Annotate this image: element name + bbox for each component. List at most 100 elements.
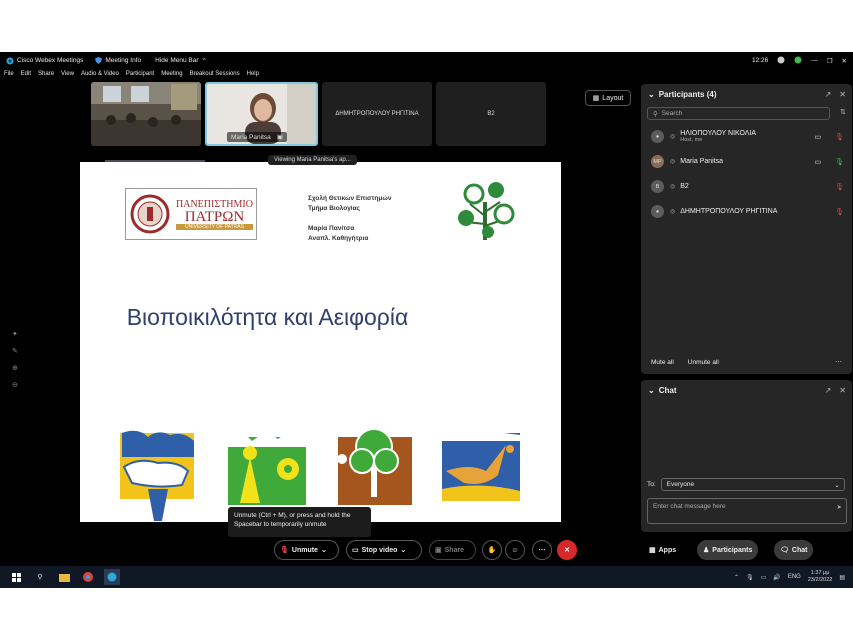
annotation-tools: ✦ ✎ ⊕ ⊖ <box>12 330 18 389</box>
chrome-icon[interactable] <box>80 569 96 585</box>
apps-icon: ▦ <box>649 547 656 554</box>
reactions-button[interactable]: ☺ <box>505 540 525 560</box>
zoom-out-icon[interactable]: ⊖ <box>12 381 18 389</box>
more-button[interactable]: ⋯ <box>532 540 552 560</box>
meeting-status-icon <box>777 56 785 66</box>
popout-icon[interactable]: ↗ <box>825 90 832 99</box>
close-panel-icon[interactable]: ✕ <box>839 386 846 395</box>
webex-taskbar-icon[interactable] <box>104 569 120 585</box>
network-icon[interactable]: ▭ <box>761 574 767 581</box>
chat-recipient-select[interactable]: Everyone ⌄ <box>660 478 845 491</box>
minimize-icon[interactable]: — <box>811 57 818 64</box>
menu-edit[interactable]: Edit <box>21 71 31 82</box>
chevron-down-icon[interactable]: ⌄ <box>648 90 655 99</box>
audio-icon: ◎ <box>670 209 676 215</box>
pointer-icon[interactable]: ✦ <box>12 330 18 338</box>
smiley-icon: ☺ <box>511 546 519 554</box>
webex-window: Cisco Webex Meetings Meeting Info Hide M… <box>0 52 853 588</box>
zoom-in-icon[interactable]: ⊕ <box>12 364 18 372</box>
sort-icon[interactable]: ⇅ <box>840 108 846 116</box>
university-logo: ΠΑΝΕΠΙΣΤΗΜΙΟ ΠΑΤΡΩΝ UNIVERSITY OF PATRAS <box>125 188 257 240</box>
volume-icon[interactable]: 🔊 <box>773 574 780 581</box>
mic-muted-icon[interactable]: 🎙 <box>835 183 844 191</box>
tree-tile <box>337 428 412 505</box>
menu-meeting[interactable]: Meeting <box>161 71 182 82</box>
video-tile-participant-4[interactable]: B2 <box>436 82 546 146</box>
menu-file[interactable]: File <box>4 71 14 82</box>
close-panel-icon[interactable]: ✕ <box>839 90 846 99</box>
share-button[interactable]: ▣ Share <box>429 540 476 560</box>
menu-view[interactable]: View <box>61 71 74 82</box>
share-screen-icon: ▣ <box>435 547 442 554</box>
mic-muted-icon[interactable]: 🎙 <box>835 208 844 216</box>
chevron-down-icon[interactable]: ⌄ <box>648 386 655 395</box>
end-call-button[interactable]: ✕ <box>557 540 577 560</box>
chat-button[interactable]: 🗨 Chat <box>774 540 814 560</box>
restore-icon[interactable]: ❐ <box>827 57 833 65</box>
pen-icon[interactable]: ✎ <box>12 347 18 355</box>
participant-row[interactable]: ● ◎ ΗΛΙΟΠΟΥΛΟΥ ΝΙΚΟΛΙΑ Host, me ▭ 🎙 <box>641 124 852 149</box>
apps-button[interactable]: ▦ Apps <box>644 540 681 560</box>
participants-button[interactable]: ♟ Participants <box>697 540 759 560</box>
menu-help[interactable]: Help <box>247 71 259 82</box>
meeting-info-button[interactable]: Meeting Info <box>95 57 141 64</box>
chevron-down-icon: ⌄ <box>400 547 407 554</box>
chat-message-input[interactable]: Enter chat message here ➤ <box>647 498 847 524</box>
more-options-icon[interactable]: ⋯ <box>835 358 842 366</box>
participant-row[interactable]: ● ◎ ΔΗΜΗΤΡΟΠΟΥΛΟΥ ΡΗΓΙΤΙΝΑ 🎙 <box>641 199 852 224</box>
chevron-down-icon: ⌄ <box>834 481 840 489</box>
video-tile-classroom[interactable] <box>91 82 201 146</box>
mic-muted-icon[interactable]: 🎙 <box>835 133 844 141</box>
participants-header: Participants (4) <box>658 89 717 99</box>
video-tile-participant-3[interactable]: ΔΗΜΗΤΡΟΠΟΥΛΟΥ ΡΗΓΙΤΙΝΑ <box>322 82 432 146</box>
language-indicator[interactable]: ENG <box>788 574 801 580</box>
tree-earth-logo <box>458 182 515 240</box>
avatar: B <box>651 180 664 193</box>
taskbar-clock[interactable]: 1:37 μμ 23/2/2022 <box>808 570 832 584</box>
unmute-button[interactable]: 🎙 Unmute ⌄ <box>274 540 339 560</box>
video-tile-presenter[interactable]: Maria Panitsa ▣ <box>205 82 318 146</box>
menu-breakout-sessions[interactable]: Breakout Sessions <box>190 71 240 82</box>
notifications-icon[interactable]: ▤ <box>839 574 845 581</box>
mute-all-button[interactable]: Mute all <box>651 359 674 366</box>
search-icon[interactable]: ⚲ <box>32 569 48 585</box>
participant-row[interactable]: MP ◎ Maria Panitsa ▭ 🎙 <box>641 149 852 174</box>
university-seal-icon <box>130 194 170 234</box>
video-camera-icon[interactable]: ▭ <box>814 133 821 141</box>
chat-bubble-icon: 🗨 <box>780 547 789 554</box>
windows-start-icon[interactable] <box>8 569 24 585</box>
classroom-video <box>91 82 201 146</box>
windows-taskbar: ⚲ ⌃ 🎙 ▭ 🔊 ENG 1:37 μμ 23/2/2022 ▤ <box>0 566 853 588</box>
app-title: Cisco Webex Meetings <box>6 57 83 65</box>
send-icon[interactable]: ➤ <box>837 503 842 511</box>
chevron-up-icon[interactable]: ⌃ <box>734 574 739 581</box>
hide-menu-bar-button[interactable]: Hide Menu Bar ⌃ <box>155 57 207 65</box>
slide-affiliation: Σχολή Θετικών Επιστημών Τμήμα Βιολογίας … <box>308 195 392 242</box>
hand-icon: ✋ <box>487 547 497 554</box>
shared-slide: ΠΑΝΕΠΙΣΤΗΜΙΟ ΠΑΤΡΩΝ UNIVERSITY OF PATRAS… <box>80 162 561 522</box>
slide-title: Βιοποικιλότητα και Αειφορία <box>126 304 409 330</box>
participants-search-input[interactable]: ⚲ Search <box>647 107 830 120</box>
menu-share[interactable]: Share <box>38 71 54 82</box>
audio-icon: ◎ <box>670 184 676 190</box>
stop-video-button[interactable]: ▭ Stop video ⌄ <box>346 540 422 560</box>
viewing-banner: Viewing Maria Panitsa's ap... <box>268 155 357 165</box>
person-icon: ● <box>655 133 660 140</box>
raise-hand-button[interactable]: ✋ <box>482 540 502 560</box>
chevron-down-icon: ⌄ <box>320 547 327 554</box>
menu-audio-video[interactable]: Audio & Video <box>81 71 119 82</box>
mic-on-icon[interactable]: 🎙 <box>835 158 844 166</box>
layout-icon: ▦ <box>592 95 600 102</box>
video-camera-icon[interactable]: ▭ <box>814 158 821 166</box>
close-icon[interactable]: ✕ <box>842 57 847 65</box>
unmute-all-button[interactable]: Unmute all <box>688 359 719 366</box>
menu-participant[interactable]: Participant <box>126 71 154 82</box>
file-explorer-icon[interactable] <box>56 569 72 585</box>
screen-share-icon: ▣ <box>276 134 283 141</box>
shield-icon <box>95 57 103 64</box>
avatar: ● <box>651 130 664 143</box>
microphone-icon[interactable]: 🎙 <box>746 574 754 581</box>
participant-row[interactable]: B ◎ B2 🎙 <box>641 174 852 199</box>
layout-button[interactable]: ▦ Layout <box>585 90 631 106</box>
popout-icon[interactable]: ↗ <box>825 386 832 395</box>
